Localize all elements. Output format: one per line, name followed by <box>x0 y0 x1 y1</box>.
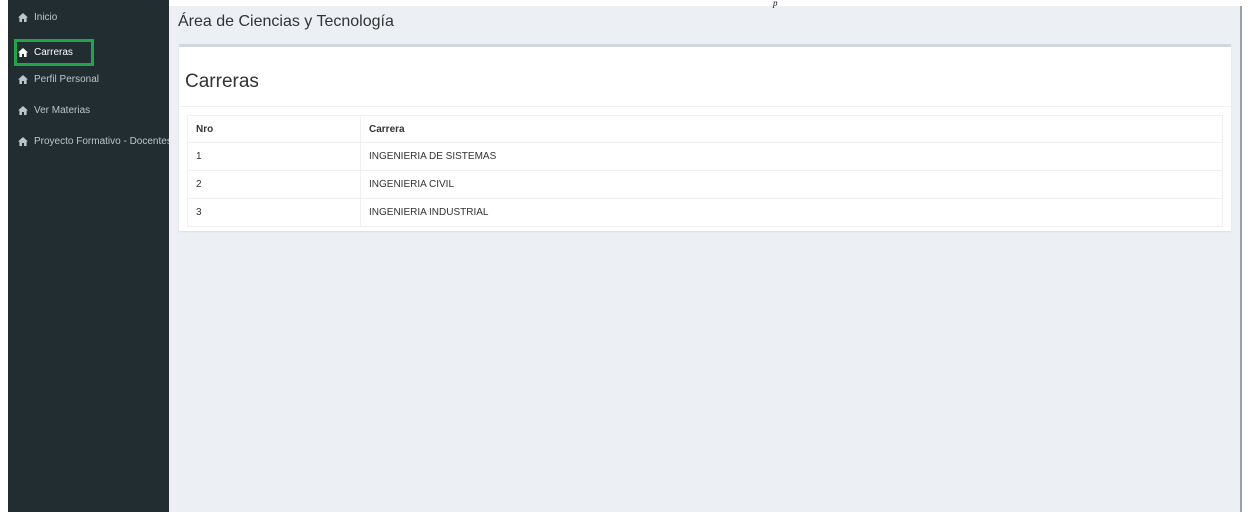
table-cell-nro: 2 <box>187 170 361 199</box>
home-icon <box>17 73 29 85</box>
table-row: 2 INGENIERIA CIVIL <box>187 170 1223 199</box>
column-header-carrera: Carrera <box>360 115 1223 143</box>
table-cell-nro: 1 <box>187 142 361 171</box>
home-icon <box>17 104 29 116</box>
sidebar-item-perfil-personal[interactable]: Perfil Personal <box>17 70 99 88</box>
table-cell-carrera: INGENIERIA INDUSTRIAL <box>360 198 1223 227</box>
sidebar-item-label: Proyecto Formativo - Docentes <box>34 135 169 147</box>
sidebar-item-label: Carreras <box>34 46 73 58</box>
sidebar-item-label: Ver Materias <box>34 104 91 116</box>
sidebar-item-label: Perfil Personal <box>34 73 100 85</box>
sidebar-item-ver-materias[interactable]: Ver Materias <box>17 101 90 119</box>
home-icon <box>17 135 29 147</box>
table-row: 3 INGENIERIA INDUSTRIAL <box>187 198 1223 227</box>
column-header-nro: Nro <box>187 115 361 143</box>
sidebar-item-inicio[interactable]: Inicio <box>17 8 57 26</box>
table-row: 1 INGENIERIA DE SISTEMAS <box>187 142 1223 171</box>
window-edge <box>1240 6 1242 512</box>
sidebar-item-label: Inicio <box>34 11 58 23</box>
table-cell-nro: 3 <box>187 198 361 227</box>
box-title: Carreras <box>185 71 259 92</box>
sidebar-item-proyecto-formativo[interactable]: Proyecto Formativo - Docentes <box>17 132 169 150</box>
table-cell-carrera: INGENIERIA CIVIL <box>360 170 1223 199</box>
home-icon <box>17 11 29 23</box>
home-icon <box>17 46 29 58</box>
table-cell-carrera: INGENIERIA DE SISTEMAS <box>360 142 1223 171</box>
table-header-row: Nro Carrera <box>187 115 1223 143</box>
page-title: Área de Ciencias y Tecnología <box>178 13 394 30</box>
sidebar-item-carreras[interactable]: Carreras <box>17 43 73 61</box>
box-divider <box>179 106 1231 107</box>
careers-box: Carreras Nro Carrera 1 INGENIERIA DE SIS… <box>179 44 1231 231</box>
sidebar: Inicio Carreras Perfil Personal Ver Mate… <box>8 0 169 512</box>
top-artifact: p <box>773 0 778 8</box>
careers-table: Nro Carrera 1 INGENIERIA DE SISTEMAS 2 I… <box>187 115 1223 227</box>
